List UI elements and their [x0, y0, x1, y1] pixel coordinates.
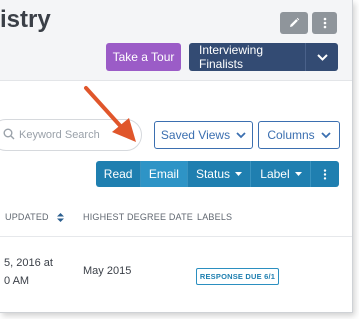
saved-views-button[interactable]: Saved Views — [154, 121, 253, 149]
more-vertical-icon — [324, 168, 327, 180]
chevron-down-icon — [321, 131, 331, 138]
column-header-updated-label: UPDATED — [5, 212, 49, 222]
label-badge[interactable]: RESPONSE DUE 6/1 — [196, 268, 279, 285]
email-button[interactable]: Email — [141, 161, 188, 187]
column-header-updated[interactable]: UPDATED — [5, 212, 65, 223]
chevron-down-icon — [236, 131, 246, 138]
search-icon — [3, 128, 15, 140]
cell-updated: 5, 2016 at 0 AM — [4, 254, 53, 290]
cell-updated-line1: 5, 2016 at — [4, 257, 53, 269]
saved-views-label: Saved Views — [160, 128, 231, 142]
stage-dropdown-button[interactable]: Interviewing Finalists — [189, 43, 338, 71]
columns-label: Columns — [267, 128, 315, 142]
more-vertical-icon — [323, 17, 326, 29]
more-options-button[interactable] — [312, 12, 337, 34]
caret-down-icon — [235, 172, 242, 176]
read-label: Read — [103, 167, 133, 181]
column-header-highest-degree-date[interactable]: HIGHEST DEGREE DATE — [83, 212, 193, 222]
take-tour-button[interactable]: Take a Tour — [106, 43, 181, 71]
read-button[interactable]: Read — [96, 161, 142, 187]
table-divider — [0, 236, 352, 237]
annotation-arrow — [84, 86, 136, 142]
stage-label: Interviewing Finalists — [199, 43, 264, 71]
label-label: Label — [260, 167, 290, 181]
app-window: istry Take a Tour Interviewing Finalists… — [0, 0, 353, 313]
label-dropdown[interactable]: Label — [251, 161, 312, 187]
sort-icon — [57, 213, 65, 223]
chevron-down-icon — [316, 53, 328, 61]
status-dropdown[interactable]: Status — [188, 161, 252, 187]
stage-caret[interactable] — [305, 43, 338, 71]
status-label: Status — [195, 167, 230, 181]
columns-button[interactable]: Columns — [258, 121, 340, 149]
cell-updated-line2: 0 AM — [4, 275, 30, 287]
pencil-icon — [290, 17, 300, 27]
page-title: istry — [0, 6, 51, 33]
caret-down-icon — [294, 172, 302, 176]
email-label: Email — [148, 167, 179, 181]
cell-highest-degree-date: May 2015 — [83, 265, 132, 277]
edit-button[interactable] — [280, 12, 308, 34]
more-actions-button[interactable] — [311, 161, 339, 187]
column-header-labels[interactable]: LABELS — [197, 212, 232, 222]
bulk-action-bar: Read Email Status Label — [96, 161, 339, 187]
